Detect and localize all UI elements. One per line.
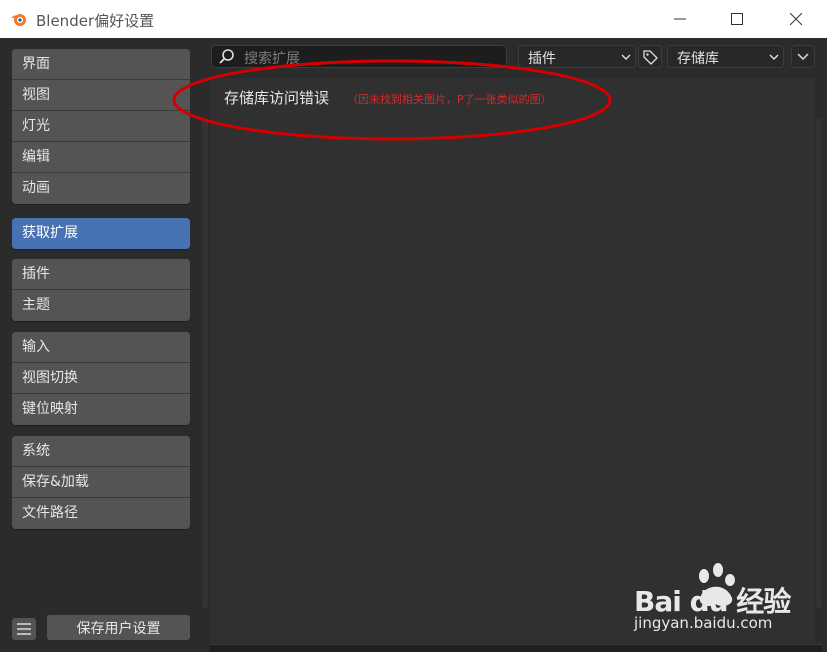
sidebar-item-keymap[interactable]: 键位映射 xyxy=(12,394,190,425)
blender-logo-icon xyxy=(11,14,26,26)
sidebar-group-system: 系统 保存&加载 文件路径 xyxy=(12,436,190,529)
sidebar-item-input[interactable]: 输入 xyxy=(12,332,190,363)
content-area: 搜索扩展 插件 存储库 存储库访问错误 （因未找到相关图片，P了一张类似的图） xyxy=(200,38,827,652)
hamburger-menu-icon xyxy=(17,623,31,635)
repository-options-button[interactable] xyxy=(791,45,815,68)
sidebar-item-navigation[interactable]: 视图切换 xyxy=(12,363,190,394)
extension-type-value: 插件 xyxy=(528,51,556,67)
repository-error-message: 存储库访问错误 xyxy=(224,89,330,107)
save-preferences-button[interactable]: 保存用户设置 xyxy=(47,615,190,640)
sidebar-item-viewport[interactable]: 视图 xyxy=(12,80,190,111)
sidebar-item-interface[interactable]: 界面 xyxy=(12,49,190,80)
sidebar-item-get-extensions[interactable]: 获取扩展 xyxy=(12,218,190,249)
chevron-down-icon xyxy=(797,52,809,60)
repository-dropdown[interactable]: 存储库 xyxy=(667,45,784,68)
sidebar-item-addons[interactable]: 插件 xyxy=(12,259,190,290)
extension-type-dropdown[interactable]: 插件 xyxy=(518,45,636,68)
extensions-panel xyxy=(210,78,815,643)
annotation-note: （因未找到相关图片，P了一张类似的图） xyxy=(347,93,552,106)
right-scrollbar[interactable] xyxy=(816,118,822,608)
repository-value: 存储库 xyxy=(677,51,719,67)
window-title: Blender偏好设置 xyxy=(36,12,155,30)
preferences-menu-button[interactable] xyxy=(12,618,36,640)
sidebar-item-lights[interactable]: 灯光 xyxy=(12,111,190,142)
title-bar: Blender偏好设置 xyxy=(0,0,827,38)
sidebar-item-themes[interactable]: 主题 xyxy=(12,290,190,321)
close-icon xyxy=(790,13,802,25)
baidu-url-text: jingyan.baidu.com xyxy=(634,614,773,632)
sidebar-group-extensions: 获取扩展 xyxy=(12,218,190,249)
sidebar-item-animation[interactable]: 动画 xyxy=(12,173,190,204)
sidebar-item-save-load[interactable]: 保存&加载 xyxy=(12,467,190,498)
minimize-icon xyxy=(674,18,686,20)
sidebar-item-file-paths[interactable]: 文件路径 xyxy=(12,498,190,529)
maximize-button[interactable] xyxy=(707,0,767,38)
sidebar-group-addons: 插件 主题 xyxy=(12,259,190,321)
sidebar-item-system[interactable]: 系统 xyxy=(12,436,190,467)
baidu-watermark: Bai du 经验 jingyan.baidu.com xyxy=(630,562,800,642)
close-button[interactable] xyxy=(766,0,826,38)
sidebar: 界面 视图 灯光 编辑 动画 获取扩展 插件 主题 输入 视图切换 键位映射 系… xyxy=(0,38,200,651)
minimize-button[interactable] xyxy=(650,0,710,38)
tag-icon xyxy=(643,49,658,65)
search-icon xyxy=(219,49,234,64)
preferences-main: 界面 视图 灯光 编辑 动画 获取扩展 插件 主题 输入 视图切换 键位映射 系… xyxy=(0,38,827,652)
sidebar-item-editing[interactable]: 编辑 xyxy=(12,142,190,173)
tag-filter-button[interactable] xyxy=(638,45,662,68)
maximize-icon xyxy=(731,13,743,25)
left-scrollbar[interactable] xyxy=(202,118,208,608)
sidebar-group-input: 输入 视图切换 键位映射 xyxy=(12,332,190,425)
sidebar-group-general: 界面 视图 灯光 编辑 动画 xyxy=(12,49,190,204)
chevron-down-icon xyxy=(621,54,631,60)
search-placeholder: 搜索扩展 xyxy=(244,51,300,67)
search-input[interactable]: 搜索扩展 xyxy=(211,45,507,68)
chevron-down-icon xyxy=(769,54,779,60)
